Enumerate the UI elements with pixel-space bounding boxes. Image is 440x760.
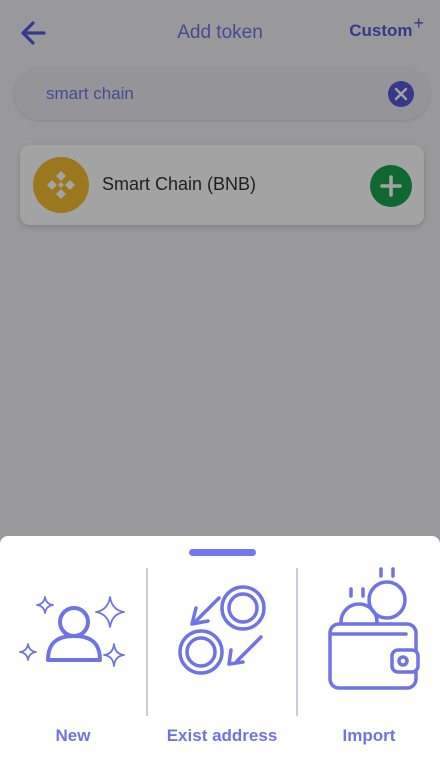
wallet-coins-icon: [328, 567, 420, 690]
new-option[interactable]: New: [0, 566, 146, 751]
sheet-drag-handle[interactable]: [189, 549, 256, 556]
exchange-coins-icon: [178, 585, 266, 675]
import-option-label: Import: [342, 726, 396, 745]
import-option[interactable]: Import: [298, 566, 440, 751]
new-option-label: New: [55, 726, 91, 745]
bottom-sheet: New Exist address Import: [0, 536, 440, 760]
exist-address-option-label: Exist address: [166, 726, 278, 745]
new-user-sparkle-icon: [19, 596, 125, 667]
exist-address-option[interactable]: Exist address: [148, 566, 296, 751]
